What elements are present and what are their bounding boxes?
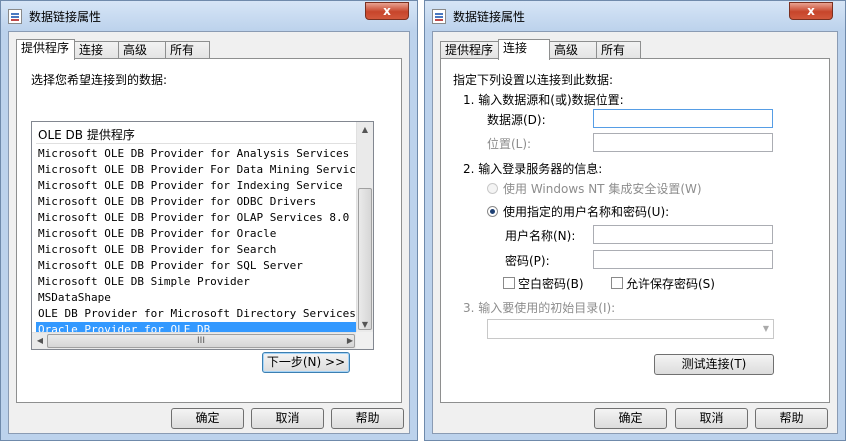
tab-connection[interactable]: 连接: [74, 41, 119, 59]
tab-all[interactable]: 所有: [596, 41, 641, 59]
location-label: 位置(L):: [487, 137, 532, 151]
radio-windows-nt-label: 使用 Windows NT 集成安全设置(W): [503, 182, 702, 196]
tab-page-connection: 指定下列设置以连接到此数据: 1. 输入数据源和(或)数据位置: 数据源(D):…: [440, 58, 830, 403]
next-button[interactable]: 下一步(N) >>: [262, 352, 350, 373]
scroll-down-arrow-icon[interactable]: ▼: [357, 320, 373, 329]
provider-list-item[interactable]: Microsoft OLE DB Provider for OLAP Servi…: [36, 210, 359, 226]
scrollbar-corner: [356, 332, 373, 349]
cancel-button[interactable]: 取消: [675, 408, 748, 429]
provider-list-item[interactable]: OLE DB Provider for Microsoft Directory …: [36, 306, 359, 322]
tab-all[interactable]: 所有: [165, 41, 210, 59]
dialog-client-area: 提供程序 连接 高级 所有 指定下列设置以连接到此数据: 1. 输入数据源和(或…: [432, 31, 838, 434]
tab-provider[interactable]: 提供程序: [440, 41, 499, 59]
tab-connection[interactable]: 连接: [498, 39, 550, 60]
datasource-label: 数据源(D):: [487, 113, 546, 127]
help-button[interactable]: 帮助: [331, 408, 404, 429]
app-icon: [8, 9, 22, 24]
app-icon: [432, 9, 446, 24]
tab-advanced[interactable]: 高级: [118, 41, 166, 59]
vertical-scroll-thumb[interactable]: [358, 188, 372, 330]
provider-list-item[interactable]: Microsoft OLE DB Simple Provider: [36, 274, 359, 290]
radio-windows-nt[interactable]: [487, 183, 498, 194]
scroll-left-arrow-icon[interactable]: ◀: [32, 336, 48, 345]
tab-provider[interactable]: 提供程序: [16, 39, 75, 60]
blank-password-checkbox[interactable]: [503, 277, 515, 289]
provider-list-item[interactable]: MSDataShape: [36, 290, 359, 306]
provider-list-item[interactable]: Microsoft OLE DB Provider For Data Minin…: [36, 162, 359, 178]
cancel-button[interactable]: 取消: [251, 408, 324, 429]
initial-catalog-combo[interactable]: ▼: [487, 319, 774, 339]
radio-specific-credentials[interactable]: [487, 206, 498, 217]
provider-list-item[interactable]: Microsoft OLE DB Provider for Analysis S…: [36, 146, 359, 162]
test-connection-button[interactable]: 测试连接(T): [654, 354, 774, 375]
provider-rows: Microsoft OLE DB Provider for Analysis S…: [36, 146, 359, 338]
title-bar[interactable]: 数据链接属性 x: [1, 1, 417, 31]
provider-list-item[interactable]: Microsoft OLE DB Provider for ODBC Drive…: [36, 194, 359, 210]
horizontal-scroll-thumb[interactable]: III: [47, 334, 355, 348]
provider-list-item[interactable]: Microsoft OLE DB Provider for Indexing S…: [36, 178, 359, 194]
username-label: 用户名称(N):: [505, 229, 576, 243]
help-button[interactable]: 帮助: [755, 408, 828, 429]
step1-heading: 1. 输入数据源和(或)数据位置:: [463, 93, 624, 107]
ok-button[interactable]: 确定: [171, 408, 244, 429]
tab-page-provider: 选择您希望连接到的数据: OLE DB 提供程序 Microsoft OLE D…: [16, 58, 402, 403]
ok-button[interactable]: 确定: [594, 408, 667, 429]
close-button[interactable]: x: [789, 2, 833, 20]
step3-heading: 3. 输入要使用的初始目录(I):: [463, 301, 616, 315]
dialog-client-area: 提供程序 连接 高级 所有 选择您希望连接到的数据: OLE DB 提供程序 M…: [8, 31, 410, 434]
provider-list-item[interactable]: Microsoft OLE DB Provider for Oracle: [36, 226, 359, 242]
connection-intro: 指定下列设置以连接到此数据:: [453, 73, 614, 87]
username-input[interactable]: [593, 225, 773, 244]
list-header: OLE DB 提供程序: [36, 126, 359, 144]
vertical-scrollbar[interactable]: ▲ ▼: [356, 122, 373, 333]
tab-advanced[interactable]: 高级: [549, 41, 597, 59]
window-title: 数据链接属性: [29, 10, 102, 24]
allow-save-password-label: 允许保存密码(S): [626, 277, 715, 291]
horizontal-scrollbar[interactable]: ◀ III ▶: [32, 332, 358, 349]
window-title: 数据链接属性: [453, 10, 526, 24]
data-link-properties-window-connection: 数据链接属性 x 提供程序 连接 高级 所有 指定下列设置以连接到此数据: 1.…: [424, 0, 846, 441]
provider-list-item[interactable]: Microsoft OLE DB Provider for SQL Server: [36, 258, 359, 274]
password-input[interactable]: [593, 250, 773, 269]
datasource-input[interactable]: [593, 109, 773, 128]
chevron-down-icon[interactable]: ▼: [763, 324, 769, 333]
provider-list-item[interactable]: Microsoft OLE DB Provider for Search: [36, 242, 359, 258]
provider-prompt: 选择您希望连接到的数据:: [31, 73, 168, 87]
close-button[interactable]: x: [365, 2, 409, 20]
data-link-properties-window-provider: 数据链接属性 x 提供程序 连接 高级 所有 选择您希望连接到的数据: OLE …: [0, 0, 418, 441]
blank-password-label: 空白密码(B): [518, 277, 584, 291]
step2-heading: 2. 输入登录服务器的信息:: [463, 162, 603, 176]
radio-specific-credentials-label: 使用指定的用户名称和密码(U):: [503, 205, 670, 219]
title-bar[interactable]: 数据链接属性 x: [425, 1, 845, 31]
location-input[interactable]: [593, 133, 773, 152]
scroll-up-arrow-icon[interactable]: ▲: [357, 125, 373, 134]
password-label: 密码(P):: [505, 254, 550, 268]
provider-list[interactable]: OLE DB 提供程序 Microsoft OLE DB Provider fo…: [31, 121, 374, 350]
allow-save-password-checkbox[interactable]: [611, 277, 623, 289]
